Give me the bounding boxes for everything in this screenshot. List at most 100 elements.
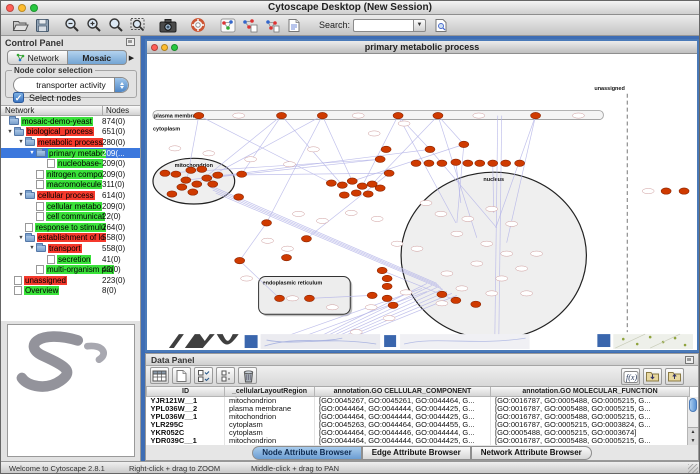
network-node[interactable] [197,166,207,172]
network-node[interactable] [262,220,272,226]
tab-mosaic[interactable]: Mosaic [68,50,128,65]
network-node[interactable] [381,146,391,152]
column-header[interactable]: annotation.GO CELLULAR_COMPONENT [315,387,491,397]
network-node[interactable] [515,160,525,166]
network-node[interactable] [475,160,485,166]
network-node[interactable] [437,160,447,166]
network-node[interactable] [531,112,541,118]
network-zoom-button[interactable] [171,44,178,51]
expand-arrow-icon[interactable]: ▼ [17,192,25,198]
new-attribute-button[interactable] [172,367,191,384]
tree-header[interactable]: Network Nodes [1,105,140,116]
search-input[interactable] [353,19,413,32]
tab-network[interactable]: Network [7,50,68,65]
delete-attribute-button[interactable] [238,367,257,384]
export-attributes-button[interactable] [665,368,684,385]
node-color-dropdown[interactable]: transporter activity [13,77,129,93]
tab-overflow-arrow[interactable]: ▶ [127,50,136,65]
network-node[interactable] [488,160,498,166]
search-dropdown-button[interactable]: ▼ [413,19,426,32]
network-node[interactable] [192,181,202,187]
table-cell[interactable]: YLR295C [147,421,225,429]
column-header[interactable]: annotation.GO MOLECULAR_FUNCTION [491,387,690,397]
network-node[interactable] [304,295,314,301]
expand-arrow-icon[interactable]: ▼ [17,235,25,241]
tree-row[interactable]: unassigned223(0) [1,275,140,286]
attribute-table-button[interactable] [150,367,169,384]
window-titlebar[interactable]: Cytoscape Desktop (New Session) [1,1,699,15]
network-node[interactable] [347,178,357,184]
network-node[interactable] [234,194,244,200]
data-panel-float-icon[interactable] [685,356,694,364]
network-node[interactable] [188,189,198,195]
tree-row[interactable]: cell communicat22(0) [1,211,140,222]
network-node[interactable] [160,170,170,176]
network-node[interactable] [337,182,347,188]
table-cell[interactable]: YPL036W__1 [147,413,225,421]
tree-row[interactable]: mosaic-demo-yeast874(0) [1,116,140,127]
network-node[interactable] [382,275,392,281]
column-header[interactable]: ID [147,387,225,397]
table-cell[interactable]: [GO:0016787, GO:0005488, GO:0005215, G..… [491,413,690,421]
table-row[interactable]: YPL036W__2plasma membrane[GO:0044464, GO… [147,405,690,413]
network-node[interactable] [451,159,461,165]
import-attributes-button[interactable] [643,368,662,385]
table-row[interactable]: YLR295Ccytoplasm[GO:0045263, GO:0044464,… [147,421,690,429]
float-panel-icon[interactable] [126,38,135,46]
tree-row[interactable]: multi-organism pro42(0) [1,264,140,275]
tree-row[interactable]: secretion41(0) [1,254,140,265]
network-node[interactable] [382,283,392,289]
snapshot-button[interactable] [157,16,179,35]
save-session-button[interactable] [31,16,53,35]
table-cell[interactable]: [GO:0044464, GO:0044444, GO:0044425, G..… [315,413,491,421]
tab-node-attribute-browser[interactable]: Node Attribute Browser [252,446,362,460]
table-cell[interactable]: cytoplasm [225,421,315,429]
table-cell[interactable]: mitochondrion [225,437,315,445]
table-row[interactable]: YPL036W__1mitochondrion[GO:0044464, GO:0… [147,413,690,421]
attribute-table[interactable]: ID_cellularLayoutRegionannotation.GO CEL… [146,386,698,446]
network-node[interactable] [167,191,177,197]
network-minimize-button[interactable] [161,44,168,51]
network-node[interactable] [277,112,287,118]
network-node[interactable] [171,171,181,177]
table-cell[interactable]: [GO:0016787, GO:0005488, GO:0005215, G..… [491,405,690,413]
network-node[interactable] [208,181,218,187]
table-cell[interactable]: [GO:0045267, GO:0045261, GO:0044464, G..… [315,397,491,406]
column-header[interactable]: _cellularLayoutRegion [225,387,315,397]
network-node[interactable] [679,188,689,194]
tree-row[interactable]: ▼cellular process614(0) [1,190,140,201]
table-cell[interactable]: [GO:0045263, GO:0044464, GO:0044455, G..… [315,421,491,429]
network-node[interactable] [194,112,204,118]
network-node[interactable] [451,297,461,303]
zoom-selected-button[interactable] [105,16,127,35]
network-node[interactable] [459,141,469,147]
table-cell[interactable]: [GO:0016787, GO:0005488, GO:0005215, G..… [491,397,690,406]
network-node[interactable] [301,236,311,242]
dropdown-stepper-icon[interactable] [114,78,128,92]
create-view-button[interactable] [217,16,239,35]
annotation-button[interactable] [283,16,305,35]
tree-row[interactable]: cellular metabo209(0) [1,201,140,212]
network-node[interactable] [357,183,367,189]
table-cell[interactable]: YJR121W__1 [147,397,225,406]
network-node[interactable] [237,171,247,177]
birds-eye-view[interactable] [7,324,135,457]
network-node[interactable] [275,295,285,301]
network-node[interactable] [501,160,511,166]
network-node[interactable] [282,254,292,260]
table-cell[interactable]: YDR039C__1 [147,437,225,445]
scroll-up-icon[interactable]: ▲ [688,428,698,437]
network-node[interactable] [351,190,361,196]
network-node[interactable] [382,295,392,301]
zoom-out-button[interactable] [61,16,83,35]
zoom-in-button[interactable] [83,16,105,35]
network-node[interactable] [317,112,327,118]
network-node[interactable] [375,185,385,191]
table-cell[interactable]: [GO:0044464, GO:0044444, GO:0044425, G..… [315,437,491,445]
tree-row[interactable]: ▼biological_process651(0) [1,127,140,138]
tree-row[interactable]: nitrogen compo209(0) [1,169,140,180]
tree-row[interactable]: Overview8(0) [1,286,140,297]
tree-row[interactable]: ▼transport558(0) [1,243,140,254]
network-node[interactable] [463,160,473,166]
expand-arrow-icon[interactable]: ▼ [6,129,14,135]
